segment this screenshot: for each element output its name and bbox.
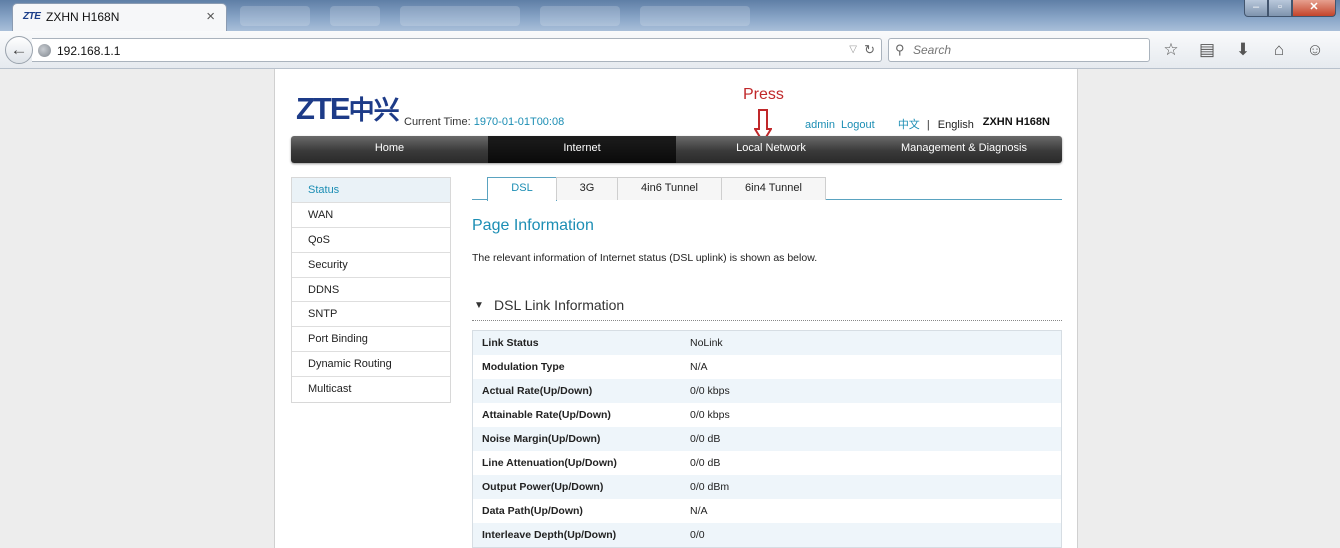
table-row: Attainable Rate(Up/Down) 0/0 kbps xyxy=(473,403,1061,427)
nav-local-network[interactable]: Local Network xyxy=(676,136,866,163)
current-time: Current Time: 1970-01-01T00:08 xyxy=(404,116,564,128)
tab-4in6-tunnel[interactable]: 4in6 Tunnel xyxy=(617,177,722,200)
lang-separator: | xyxy=(926,119,930,131)
sidebar-item-dynamic-routing[interactable]: Dynamic Routing xyxy=(292,352,450,378)
sidebar-item-security[interactable]: Security xyxy=(292,253,450,278)
logo-latin: ZTE xyxy=(296,91,351,126)
model-name: ZXHN H168N xyxy=(982,116,1050,128)
background-tab xyxy=(400,6,520,26)
search-icon: ⚲ xyxy=(895,42,905,57)
row-value: N/A xyxy=(690,361,708,373)
table-row: Actual Rate(Up/Down) 0/0 kbps xyxy=(473,379,1061,403)
table-row: Noise Margin(Up/Down) 0/0 dB xyxy=(473,427,1061,451)
background-tab xyxy=(240,6,310,26)
nav-home[interactable]: Home xyxy=(291,136,488,163)
sidebar-item-sntp[interactable]: SNTP xyxy=(292,302,450,328)
globe-icon xyxy=(38,44,51,57)
table-row: Modulation Type N/A xyxy=(473,355,1061,379)
tab-dsl[interactable]: DSL xyxy=(487,177,557,201)
current-time-value: 1970-01-01T00:08 xyxy=(473,116,565,128)
table-row: Output Power(Up/Down) 0/0 dBm xyxy=(473,475,1061,499)
row-key: Modulation Type xyxy=(482,361,565,373)
url-bar[interactable]: 192.168.1.1 ▽ ↻ xyxy=(32,38,882,62)
back-arrow-icon: ← xyxy=(10,40,28,59)
row-value: 0/0 kbps xyxy=(690,409,730,421)
row-value: 0/0 kbps xyxy=(690,385,730,397)
sidebar-item-port-binding[interactable]: Port Binding xyxy=(292,327,450,353)
search-box[interactable]: ⚲ xyxy=(888,38,1150,62)
background-tab xyxy=(640,6,750,26)
row-value: NoLink xyxy=(690,337,723,349)
lang-chinese-link[interactable]: 中文 xyxy=(898,119,920,131)
row-key: Data Path(Up/Down) xyxy=(482,505,583,517)
table-row: Line Attenuation(Up/Down) 0/0 dB xyxy=(473,451,1061,475)
lang-english[interactable]: English xyxy=(938,119,974,131)
url-dropdown-icon[interactable]: ▽ xyxy=(849,44,857,55)
current-time-label: Current Time: xyxy=(404,116,471,128)
back-button[interactable]: ← xyxy=(5,36,33,64)
row-key: Actual Rate(Up/Down) xyxy=(482,385,593,397)
zte-logo: ZTE中兴 xyxy=(296,91,400,127)
row-key: Link Status xyxy=(482,337,539,349)
dsl-info-table: Link Status NoLink Modulation Type N/A Act… xyxy=(472,330,1062,548)
zte-favicon-icon: ZTE xyxy=(23,11,41,22)
page-title: Page Information xyxy=(472,217,594,234)
nav-internet[interactable]: Internet xyxy=(488,136,676,163)
browser-navbar: 192.168.1.1 ▽ ↻ ← ⚲ ☆ ▤ ⬇ ⌂ ☺ xyxy=(0,31,1340,69)
url-text[interactable]: 192.168.1.1 xyxy=(57,44,120,58)
press-annotation: Press xyxy=(743,86,784,103)
toolbar-icons: ☆ ▤ ⬇ ⌂ ☺ xyxy=(1160,39,1326,61)
row-key: Line Attenuation(Up/Down) xyxy=(482,457,617,469)
logo-cn: 中兴 xyxy=(348,96,400,126)
browser-titlebar: ZTE ZXHN H168N × – ▫ ✕ xyxy=(0,0,1340,31)
section-title: DSL Link Information xyxy=(494,297,625,313)
tab-6in4-tunnel[interactable]: 6in4 Tunnel xyxy=(721,177,826,200)
logout-link[interactable]: Logout xyxy=(841,119,875,131)
maximize-button[interactable]: ▫ xyxy=(1268,0,1292,17)
tab-3g[interactable]: 3G xyxy=(556,177,618,200)
side-menu: Status WAN QoS Security DDNS SNTP Port B… xyxy=(291,177,451,404)
table-row: Link Status NoLink xyxy=(473,331,1061,355)
row-key: Output Power(Up/Down) xyxy=(482,481,604,493)
window-controls: – ▫ ✕ xyxy=(1244,0,1336,18)
row-value: 0/0 dBm xyxy=(690,481,730,493)
reading-list-icon[interactable]: ▤ xyxy=(1196,39,1218,61)
search-input[interactable] xyxy=(913,42,1143,58)
main-nav: Home Internet Local Network Management &… xyxy=(291,136,1062,163)
sidebar-item-status[interactable]: Status xyxy=(292,178,450,203)
collapse-triangle-icon[interactable]: ▼ xyxy=(474,300,484,311)
sidebar-item-ddns[interactable]: DDNS xyxy=(292,278,450,303)
table-row: Data Path(Up/Down) N/A xyxy=(473,499,1061,523)
sidebar-item-qos[interactable]: QoS xyxy=(292,228,450,253)
row-key: Interleave Depth(Up/Down) xyxy=(482,529,617,541)
row-key: Noise Margin(Up/Down) xyxy=(482,433,601,445)
minimize-button[interactable]: – xyxy=(1244,0,1268,17)
row-value: N/A xyxy=(690,505,708,517)
row-key: Attainable Rate(Up/Down) xyxy=(482,409,611,421)
bookmark-star-icon[interactable]: ☆ xyxy=(1160,39,1182,61)
reload-icon[interactable]: ↻ xyxy=(864,42,875,58)
tab-title: ZXHN H168N xyxy=(46,10,120,24)
background-tab xyxy=(330,6,380,26)
router-page: ZTE中兴 Current Time: 1970-01-01T00:08 Pre… xyxy=(274,69,1078,548)
sidebar-item-wan[interactable]: WAN xyxy=(292,203,450,228)
page-description: The relevant information of Internet sta… xyxy=(472,252,818,264)
browser-tab[interactable]: ZTE ZXHN H168N × xyxy=(12,3,227,31)
sub-tabs: DSL 3G 4in6 Tunnel 6in4 Tunnel xyxy=(472,177,1062,201)
tab-close-icon[interactable]: × xyxy=(206,8,215,25)
dsl-link-section-header[interactable]: ▼ DSL Link Information xyxy=(472,295,1062,321)
close-window-button[interactable]: ✕ xyxy=(1292,0,1336,17)
top-links: admin Logout 中文 | English xyxy=(805,116,974,132)
nav-management-diagnosis[interactable]: Management & Diagnosis xyxy=(866,136,1062,163)
row-value: 0/0 dB xyxy=(690,457,721,469)
row-value: 0/0 dB xyxy=(690,433,721,445)
table-row: Interleave Depth(Up/Down) 0/0 xyxy=(473,523,1061,547)
background-tab xyxy=(540,6,620,26)
chat-icon[interactable]: ☺ xyxy=(1304,39,1326,61)
admin-user-link[interactable]: admin xyxy=(805,119,835,131)
row-value: 0/0 xyxy=(690,529,705,541)
home-icon[interactable]: ⌂ xyxy=(1268,39,1290,61)
downloads-icon[interactable]: ⬇ xyxy=(1232,39,1254,61)
sidebar-item-multicast[interactable]: Multicast xyxy=(292,377,450,402)
